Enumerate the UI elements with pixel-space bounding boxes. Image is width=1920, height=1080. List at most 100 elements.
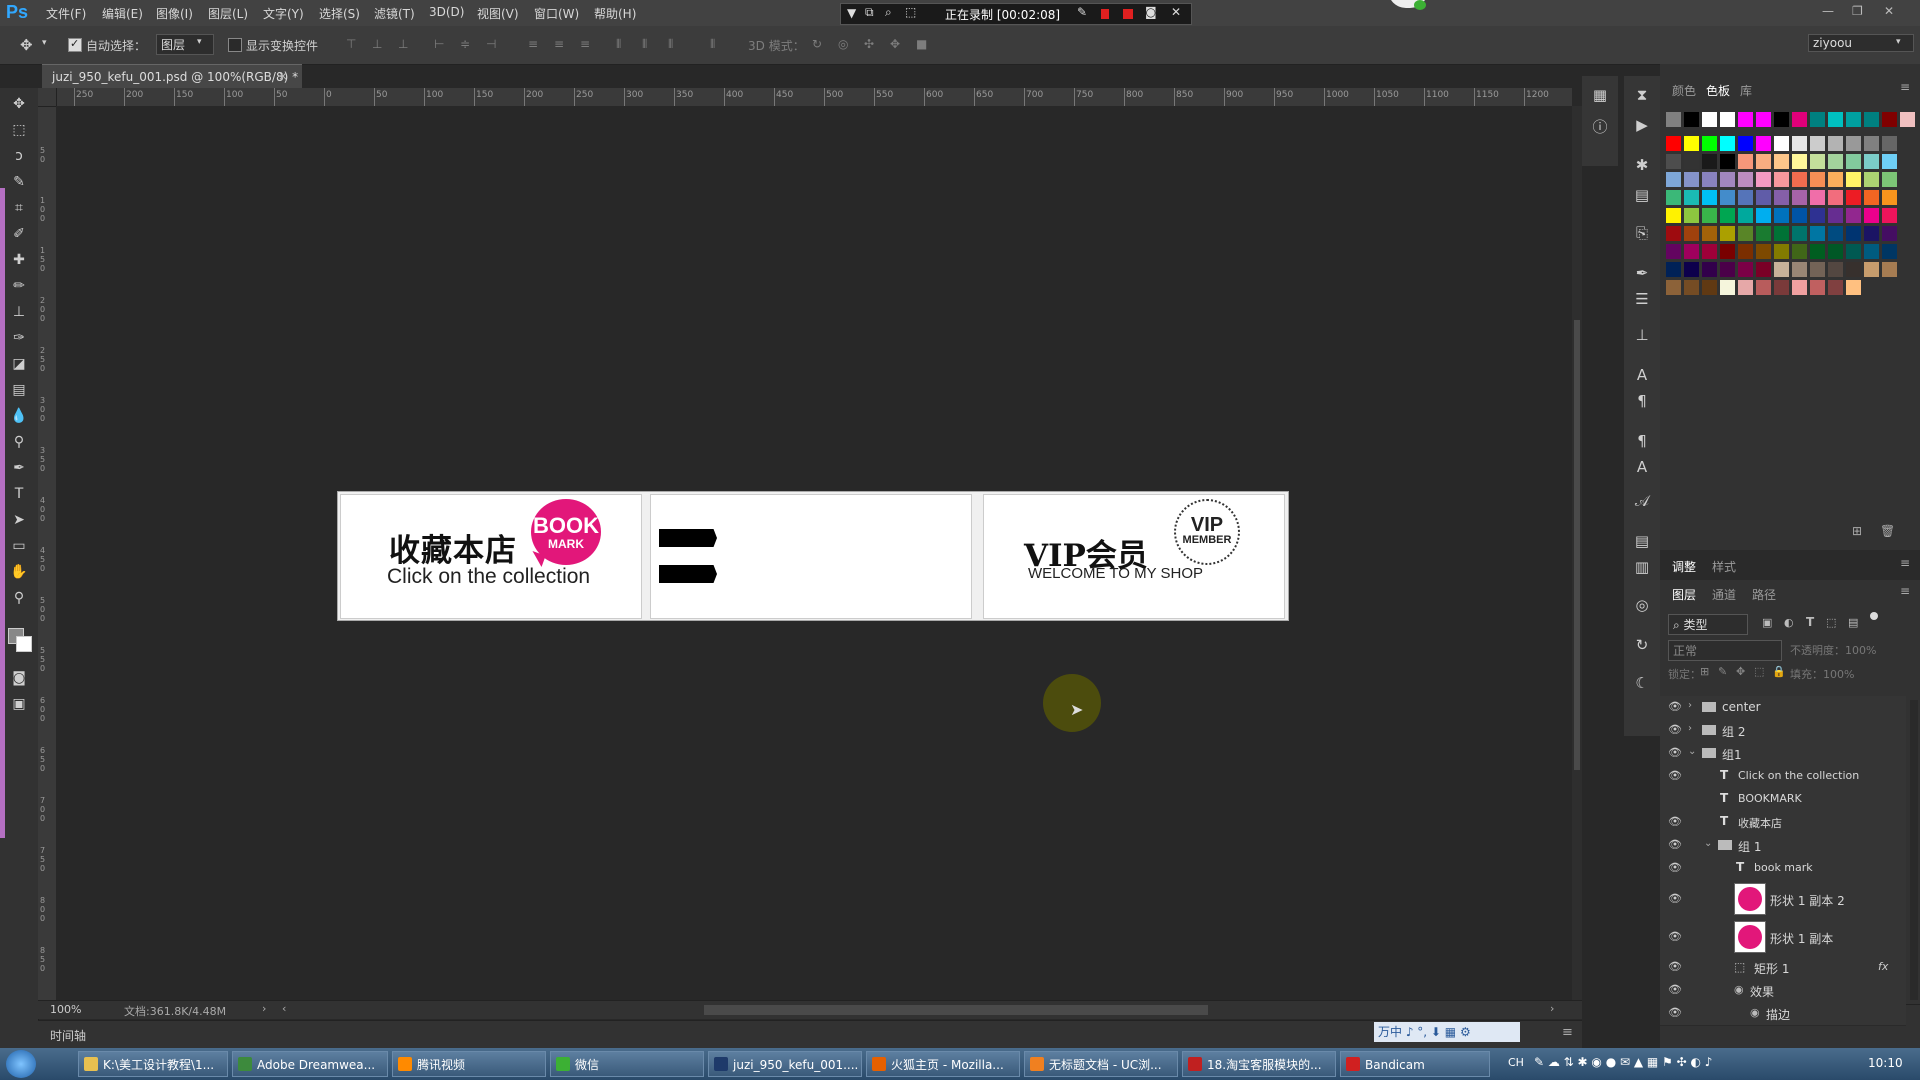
taskbar-item[interactable]: 腾讯视频 (392, 1051, 546, 1077)
close-tab-icon[interactable]: × (278, 69, 288, 83)
eye-icon[interactable]: 👁 (1668, 769, 1682, 782)
lasso-tool-icon[interactable]: ↄ (8, 146, 30, 166)
color-swatch[interactable] (1756, 172, 1771, 187)
lock-paint-icon[interactable]: ✎ (1718, 665, 1727, 678)
restore-button[interactable]: ❐ (1852, 4, 1863, 18)
taskbar-item[interactable]: K:\美工设计教程\1... (78, 1051, 228, 1077)
ime-toolbar[interactable]: 万中 ♪ °, ⬇ ▦ ⚙ (1374, 1022, 1520, 1042)
color-swatch[interactable] (1810, 280, 1825, 295)
fill-field[interactable]: 填充：100% (1790, 666, 1854, 682)
color-swatch[interactable] (1900, 112, 1915, 127)
layer-row[interactable]: 👁 ⌄ 组1 (1660, 742, 1906, 766)
color-swatch[interactable] (1756, 208, 1771, 223)
color-swatch[interactable] (1684, 112, 1699, 127)
color-swatch[interactable] (1864, 190, 1879, 205)
color-swatch[interactable] (1882, 172, 1897, 187)
lock-transparent-icon[interactable]: ⊞ (1700, 665, 1709, 678)
color-swatch[interactable] (1684, 172, 1699, 187)
tab-swatches[interactable]: 色板 (1706, 82, 1730, 99)
color-swatch[interactable] (1828, 244, 1843, 259)
distribute-bottom-icon[interactable]: ≡ (580, 37, 594, 51)
color-swatch[interactable] (1720, 154, 1735, 169)
effect-eye-icon[interactable]: ◉ (1750, 1006, 1760, 1019)
paragraph-styles-icon[interactable]: ¶ (1632, 432, 1652, 452)
eye-icon[interactable]: 👁 (1668, 838, 1682, 851)
color-swatch[interactable] (1702, 112, 1717, 127)
start-button[interactable] (6, 1050, 36, 1078)
eyedropper-tool-icon[interactable]: ✐ (8, 224, 30, 244)
color-swatch[interactable] (1702, 154, 1717, 169)
show-transform-checkbox[interactable] (228, 38, 242, 52)
rectangle-tool-icon[interactable]: ▭ (8, 536, 30, 556)
filter-shape-icon[interactable]: ⬚ (1826, 616, 1836, 629)
color-swatch[interactable] (1720, 208, 1735, 223)
move-tool-icon[interactable]: ✥ (20, 36, 33, 54)
taskbar-item[interactable]: 18.淘宝客服模块的... (1182, 1051, 1336, 1077)
scroll-left-icon[interactable]: ‹ (282, 1002, 286, 1015)
menu-filter[interactable]: 滤镜(T) (374, 5, 415, 22)
panel-menu-icon[interactable]: ≡ (1562, 1025, 1573, 1040)
color-swatch[interactable] (1756, 112, 1771, 127)
tool-presets-icon[interactable]: ⊥ (1632, 326, 1652, 346)
color-swatch[interactable] (1864, 154, 1879, 169)
actions-play-icon[interactable]: ▶ (1632, 116, 1652, 136)
menu-edit[interactable]: 编辑(E) (102, 5, 143, 22)
color-swatch[interactable] (1810, 172, 1825, 187)
layer-row[interactable]: 👁 ◉ 效果 (1660, 979, 1906, 1003)
minimize-button[interactable]: — (1822, 4, 1834, 18)
layers-scrollbar[interactable] (1910, 700, 1918, 1000)
color-swatch[interactable] (1738, 226, 1753, 241)
color-swatch[interactable] (1792, 226, 1807, 241)
align-left-icon[interactable]: ⊢ (434, 37, 448, 51)
tab-paths[interactable]: 路径 (1752, 586, 1776, 603)
layer-row[interactable]: 👁 T Click on the collection (1660, 765, 1906, 789)
color-swatch[interactable] (1684, 226, 1699, 241)
color-swatch[interactable] (1738, 172, 1753, 187)
color-swatch[interactable] (1828, 208, 1843, 223)
stop-icon[interactable] (1123, 9, 1133, 19)
layer-row[interactable]: 👁 形状 1 副本 (1660, 918, 1906, 957)
color-swatch[interactable] (1792, 112, 1807, 127)
timeline-tab[interactable]: 时间轴 (50, 1027, 86, 1044)
move-tool-icon[interactable]: ✥ (8, 94, 30, 114)
color-swatch[interactable] (1846, 244, 1861, 259)
color-swatch[interactable] (1774, 172, 1789, 187)
eye-icon[interactable]: 👁 (1668, 700, 1682, 713)
distribute-vcenter-icon[interactable]: ≡ (554, 37, 568, 51)
scroll-right-icon[interactable]: › (1550, 1002, 1554, 1015)
color-swatch[interactable] (1882, 262, 1897, 277)
color-swatch[interactable] (1756, 226, 1771, 241)
color-swatch[interactable] (1684, 154, 1699, 169)
comments-icon[interactable]: ▥ (1632, 558, 1652, 578)
color-swatch[interactable] (1828, 190, 1843, 205)
menu-image[interactable]: 图像(I) (156, 5, 193, 22)
hand-tool-icon[interactable]: ✋ (8, 562, 30, 582)
pen-tool-icon[interactable]: ✒ (8, 458, 30, 478)
color-swatch[interactable] (1720, 226, 1735, 241)
color-swatch[interactable] (1666, 136, 1681, 151)
panel-menu-icon[interactable]: ≡ (1900, 556, 1910, 570)
panel-menu-icon[interactable]: ≡ (1900, 584, 1910, 598)
color-swatch[interactable] (1738, 154, 1753, 169)
distribute-hcenter-icon[interactable]: ⦀ (642, 37, 656, 51)
color-swatch[interactable] (1846, 190, 1861, 205)
color-swatch[interactable] (1720, 244, 1735, 259)
color-swatch[interactable] (1720, 136, 1735, 151)
color-swatch[interactable] (1846, 262, 1861, 277)
plugin-icon[interactable]: ☾ (1632, 674, 1652, 694)
menu-file[interactable]: 文件(F) (46, 5, 86, 22)
color-swatch[interactable] (1792, 190, 1807, 205)
color-swatch[interactable] (1738, 262, 1753, 277)
background-color-swatch[interactable] (16, 636, 32, 652)
healing-brush-tool-icon[interactable]: ✚ (8, 250, 30, 270)
color-swatch[interactable] (1846, 280, 1861, 295)
eye-icon[interactable]: 👁 (1668, 1006, 1682, 1019)
distribute-left-icon[interactable]: ⦀ (616, 37, 630, 51)
color-swatch[interactable] (1792, 136, 1807, 151)
gradient-tool-icon[interactable]: ▤ (8, 380, 30, 400)
character-icon[interactable]: A (1632, 366, 1652, 386)
horizontal-scrollbar-thumb[interactable] (704, 1005, 1208, 1015)
glyphs-icon[interactable]: 𝒜 (1632, 492, 1652, 512)
color-swatch[interactable] (1666, 226, 1681, 241)
brush-icon[interactable]: ✒ (1632, 264, 1652, 284)
